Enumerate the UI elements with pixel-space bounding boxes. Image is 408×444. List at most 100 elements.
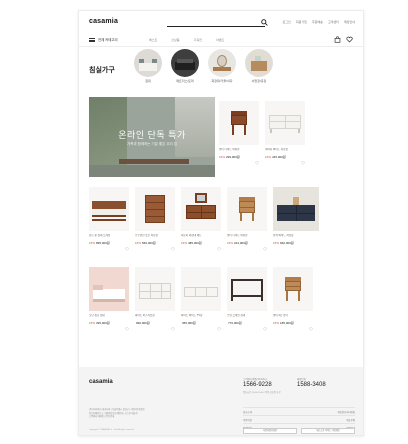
- product-card[interactable]: 플로 퀸 침대 프레임 15% 895,000원: [89, 187, 129, 251]
- category-image: [171, 49, 199, 77]
- banner-subtitle: 가족과 함께하는 기분 좋은 우리 집: [127, 142, 177, 146]
- product-card[interactable]: 엘리 나이트 테이블 15% 299,000원: [219, 101, 259, 165]
- product-image: [265, 101, 305, 145]
- discount-rate: 15%: [181, 241, 188, 245]
- discount-rate: 15%: [89, 241, 96, 245]
- banner-headline: 온라인 단독 특가: [118, 130, 186, 140]
- sale-price: 990,000원: [136, 321, 150, 325]
- product-name: 엘리 나이트 테이블: [227, 234, 248, 237]
- nav-item[interactable]: 신상품: [171, 38, 179, 42]
- nav-item[interactable]: 베스트: [149, 38, 157, 42]
- product-name: 플로 퀸 침대 프레임: [89, 234, 111, 237]
- util-link[interactable]: 매장안내: [344, 20, 355, 24]
- wishlist-heart-icon[interactable]: [263, 327, 267, 331]
- product-price: 990,000원: [135, 321, 175, 325]
- search-input[interactable]: [167, 26, 265, 27]
- product-image: [135, 267, 175, 311]
- cs-label: 고객센터(평일 09-18시): [243, 378, 267, 381]
- product-price: 15% 185,000원: [273, 321, 313, 325]
- product-card[interactable]: 브루클린 높은 서랍장 15% 560,000원: [135, 187, 175, 251]
- product-name: 엘리 나이트 테이블: [219, 148, 240, 151]
- sale-price: 560,000원: [142, 241, 156, 245]
- product-card[interactable]: 화이트 3단 서랍장 990,000원: [135, 267, 175, 331]
- all-category-button[interactable]: 전체 카테고리: [89, 37, 118, 42]
- product-price: 15% 299,000원: [219, 155, 259, 159]
- product-card[interactable]: 엘리 2단 협탁 15% 185,000원: [273, 267, 313, 331]
- discount-rate: 15%: [273, 321, 280, 325]
- sale-price: 185,000원: [280, 321, 294, 325]
- product-name: 모던 싱글 침대: [89, 314, 105, 317]
- footer-link[interactable]: 회사소개: [243, 410, 252, 414]
- product-name: 스틸 프레임 침대: [227, 314, 246, 317]
- wishlist-heart-icon[interactable]: [125, 247, 129, 251]
- product-card[interactable]: 모던 싱글 침대 15% 395,000원: [89, 267, 129, 331]
- product-name: 엘리 2단 협탁: [273, 314, 288, 317]
- sale-price: 445,000원: [272, 155, 286, 159]
- sale-price: 770,000원: [228, 321, 242, 325]
- product-price: 15% 895,000원: [89, 241, 129, 245]
- heart-icon[interactable]: [346, 36, 353, 43]
- product-card[interactable]: 엘리 나이트 테이블 15% 244,000원: [227, 187, 267, 251]
- cs2-label: 매장문의: [297, 378, 306, 381]
- category-item-bed[interactable]: 침대: [133, 49, 163, 83]
- product-price: 15% 445,000원: [265, 155, 305, 159]
- site-footer: casamia 고객센터(평일 09-18시) 1566-9228 점심시간 1…: [79, 367, 363, 435]
- util-link[interactable]: 로그인: [283, 20, 291, 24]
- search-icon[interactable]: [261, 19, 268, 26]
- product-image: [89, 267, 129, 311]
- category-item-drawer[interactable]: 서랍장/옷장: [244, 49, 274, 83]
- wishlist-heart-icon[interactable]: [309, 327, 313, 331]
- product-card[interactable]: 블랙 와이드 서랍장 15% 660,000원: [273, 187, 319, 245]
- product-card[interactable]: 라운지 화장대 세트 15% 485,000원: [181, 187, 221, 251]
- product-card[interactable]: 화이트 와이드 TV장 355,000원: [181, 267, 221, 331]
- top-header: casamia 로그인 회원가입 주문배송 고객센터 매장안내: [79, 11, 363, 33]
- footer-link[interactable]: 제휴문의: [346, 418, 355, 422]
- wishlist-heart-icon[interactable]: [263, 247, 267, 251]
- category-item-mattress[interactable]: 매트리스/토퍼: [170, 49, 200, 83]
- business-info-button[interactable]: 사업자정보확인: [243, 428, 297, 434]
- footer-link-row: 회사소개 개인정보처리방침: [243, 407, 355, 415]
- discount-rate: 15%: [219, 155, 226, 159]
- product-image: [181, 187, 221, 231]
- site-logo[interactable]: casamia: [89, 18, 118, 25]
- bag-icon[interactable]: [334, 36, 341, 43]
- category-list: 침대 매트리스/토퍼 화장대/거울/의자 서랍장/옷장: [133, 49, 274, 83]
- copyright: Copyright © CASAMIA Co., Ltd. All rights…: [89, 429, 135, 431]
- footer-link[interactable]: 이용약관: [243, 418, 252, 422]
- product-card[interactable]: 스틸 프레임 침대 770,000원: [227, 267, 267, 331]
- product-image: [89, 187, 129, 231]
- util-link[interactable]: 회원가입: [296, 20, 307, 24]
- product-price: 15% 395,000원: [89, 321, 129, 325]
- company-info-line: 고객센터 이메일 | 문의 안내: [89, 416, 115, 419]
- product-image: [273, 267, 313, 311]
- company-info: (주)까사미아 | 대표이사 | 서울특별시 강남구 | 사업자등록번호 통신판…: [89, 409, 229, 420]
- wishlist-heart-icon[interactable]: [255, 161, 259, 165]
- product-name: 데이지 와이드 서랍장: [265, 148, 288, 151]
- nav-item[interactable]: 기획전: [194, 38, 202, 42]
- sale-price: 395,000원: [96, 321, 110, 325]
- wishlist-heart-icon[interactable]: [171, 247, 175, 251]
- wishlist-heart-icon[interactable]: [171, 327, 175, 331]
- banner-window: [175, 97, 215, 157]
- wishlist-heart-icon[interactable]: [217, 327, 221, 331]
- util-link[interactable]: 고객센터: [328, 20, 339, 24]
- nav-item[interactable]: 이벤트: [216, 38, 224, 42]
- wishlist-heart-icon[interactable]: [125, 327, 129, 331]
- product-card[interactable]: 데이지 와이드 서랍장 15% 445,000원: [265, 101, 305, 165]
- banner-floor: [89, 165, 215, 177]
- cs-phone[interactable]: 1566-9228: [243, 382, 281, 388]
- discount-rate: 15%: [265, 155, 272, 159]
- escrow-button[interactable]: 에스크로 서비스 가입확인: [301, 428, 355, 434]
- wishlist-heart-icon[interactable]: [301, 161, 305, 165]
- category-item-vanity[interactable]: 화장대/거울/의자: [207, 49, 237, 83]
- footer-link[interactable]: 개인정보처리방침: [337, 410, 355, 414]
- all-category-label: 전체 카테고리: [98, 38, 118, 42]
- promo-banner[interactable]: 온라인 단독 특가 가족과 함께하는 기분 좋은 우리 집: [89, 97, 215, 177]
- main-nav: 전체 카테고리 베스트 신상품 기획전 이벤트: [79, 33, 363, 47]
- wishlist-heart-icon[interactable]: [217, 247, 221, 251]
- util-link[interactable]: 주문배송: [312, 20, 323, 24]
- product-price: 355,000원: [181, 321, 221, 325]
- product-image: [181, 267, 221, 311]
- cs2-phone[interactable]: 1588-3408: [297, 382, 326, 388]
- discount-rate: 15%: [89, 321, 96, 325]
